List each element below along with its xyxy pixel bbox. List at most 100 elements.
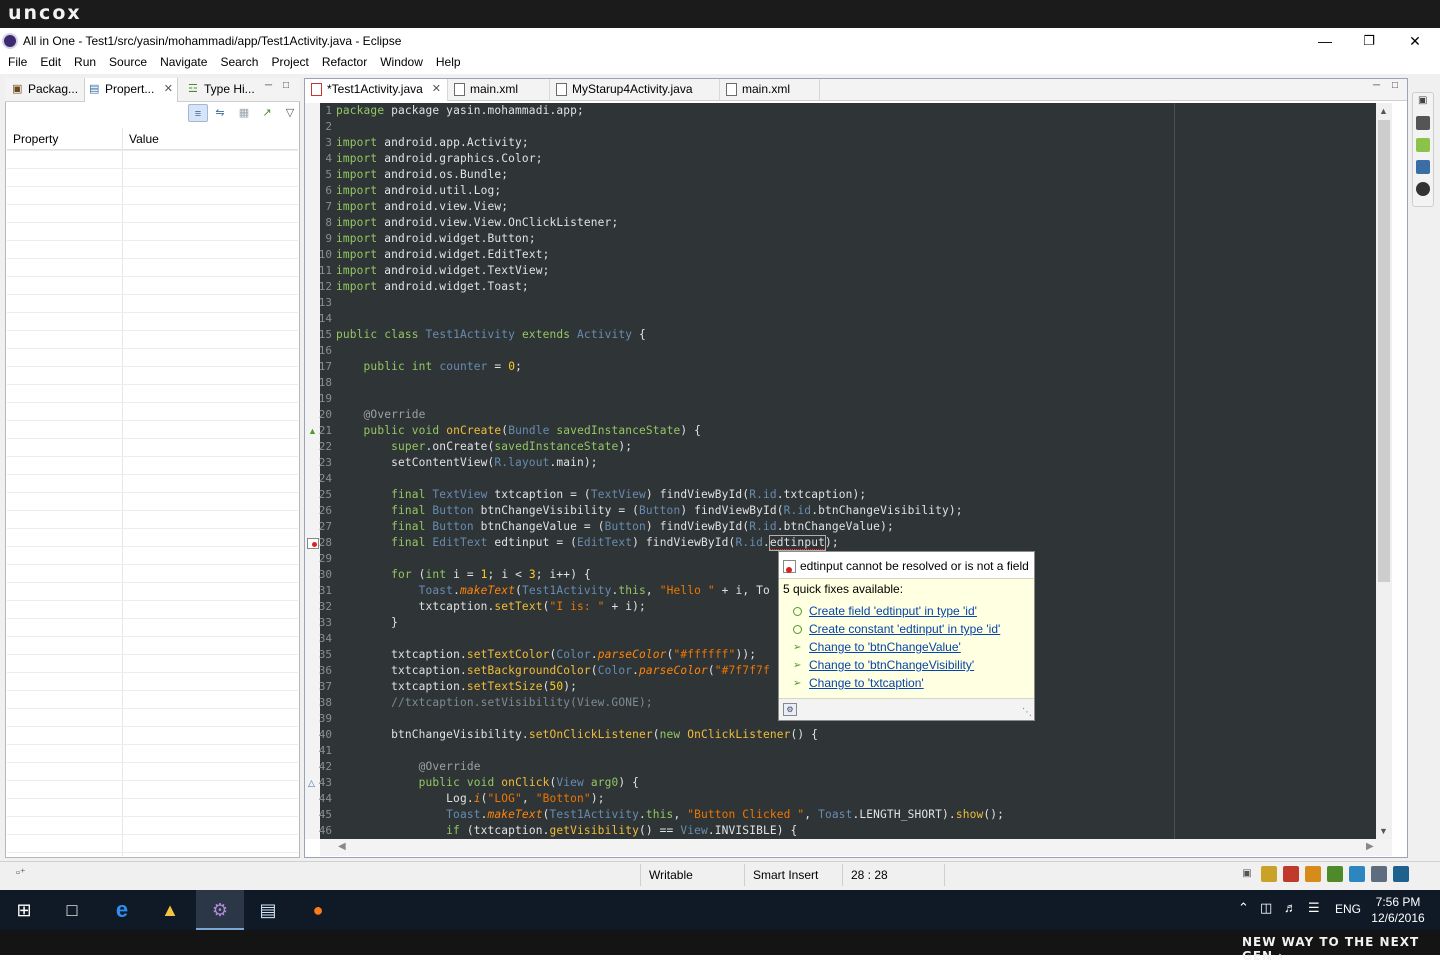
resource-perspective-icon[interactable]	[1393, 866, 1409, 882]
error-token[interactable]: edtinput	[768, 535, 826, 551]
value-column-header[interactable]: Value	[129, 132, 159, 146]
tab-test1activity-java[interactable]: *Test1Activity.java ✕	[305, 79, 448, 101]
scroll-down-icon[interactable]: ▼	[1379, 826, 1388, 836]
android-icon[interactable]	[1416, 138, 1430, 152]
table-row-line	[7, 438, 298, 439]
show-advanced-icon[interactable]: ⇋	[210, 104, 230, 122]
firefox-icon[interactable]: ●	[294, 890, 342, 930]
code-line-12: import android.widget.Toast;	[336, 280, 529, 293]
file-explorer-icon[interactable]: ▲	[146, 890, 194, 930]
menu-run[interactable]: Run	[74, 54, 96, 74]
menu-help[interactable]: Help	[436, 54, 461, 74]
close-button[interactable]: ✕	[1392, 30, 1438, 52]
scroll-up-icon[interactable]: ▲	[1379, 106, 1388, 116]
debug-perspective-icon[interactable]	[1283, 866, 1299, 882]
clock-time[interactable]: 7:56 PM	[1366, 894, 1430, 910]
tray-chevron-icon[interactable]: ⌃	[1238, 900, 1249, 916]
line-number: 4	[325, 152, 332, 165]
notifications-icon[interactable]: ☰	[1308, 900, 1320, 916]
filter-icon[interactable]: ▦	[234, 104, 254, 122]
restore-default-icon[interactable]: ↗	[257, 104, 277, 122]
properties-icon: ▤	[89, 83, 100, 95]
minimize-button[interactable]: —	[1302, 30, 1348, 52]
hierarchy-perspective-icon[interactable]	[1327, 866, 1343, 882]
resize-grip-icon[interactable]: ⋱	[1022, 707, 1032, 718]
quick-fix-change-btnchangevisibility[interactable]: Change to 'btnChangeVisibility'	[809, 658, 974, 672]
line-number: 16	[318, 344, 332, 357]
scroll-right-icon[interactable]: ▶	[1366, 841, 1374, 852]
code-line-11: import android.widget.TextView;	[336, 264, 550, 277]
line-number: 18	[318, 376, 332, 389]
tab-label: Packag...	[28, 82, 79, 96]
minimize-view-icon[interactable]: ─	[265, 80, 272, 91]
menu-file[interactable]: File	[8, 54, 27, 74]
menu-window[interactable]: Window	[380, 54, 423, 74]
tab-type-hierarchy[interactable]: ☲ Type Hi...	[184, 78, 258, 102]
menu-search[interactable]: Search	[220, 54, 258, 74]
edge-icon[interactable]: e	[98, 890, 146, 930]
ddms-icon[interactable]	[1416, 182, 1430, 196]
status-divider	[842, 864, 843, 886]
table-row-line	[7, 654, 298, 655]
code-line-21: public void onCreate(Bundle savedInstanc…	[363, 424, 702, 437]
team-perspective-icon[interactable]	[1349, 866, 1365, 882]
clock-date[interactable]: 12/6/2016	[1366, 910, 1430, 926]
start-icon[interactable]: ⊞	[0, 890, 48, 930]
scrollbar-thumb[interactable]	[1378, 120, 1390, 582]
java-file-error-icon	[311, 83, 322, 96]
horizontal-scrollbar[interactable]	[320, 839, 1392, 856]
tab-package-explorer[interactable]: ▣ Packag...	[8, 78, 84, 102]
maximize-editor-icon[interactable]: □	[1392, 80, 1398, 91]
tab-mystarup4activity-java[interactable]: MyStarup4Activity.java	[550, 79, 720, 101]
minimize-editor-icon[interactable]: ─	[1373, 80, 1380, 91]
volume-icon[interactable]: ♬	[1284, 900, 1297, 915]
tab-main-xml-2[interactable]: main.xml	[720, 79, 820, 101]
table-row-line	[7, 348, 298, 349]
quick-fix-change-btnchangevalue[interactable]: Change to 'btnChangeValue'	[809, 640, 961, 654]
view-menu-icon[interactable]: ▽	[280, 104, 300, 122]
hierarchy-view-icon[interactable]	[1416, 160, 1430, 174]
code-line-35: txtcaption.setTextColor(Color.parseColor…	[391, 648, 757, 661]
show-categories-icon[interactable]: ≡	[188, 104, 208, 122]
java-file-icon	[556, 83, 567, 96]
ddms-perspective-icon[interactable]	[1261, 866, 1277, 882]
line-number: 25	[318, 488, 332, 501]
tab-main-xml[interactable]: main.xml	[448, 79, 550, 101]
quick-fix-create-field[interactable]: Create field 'edtinput' in type 'id'	[809, 604, 977, 618]
quick-fix-change-txtcaption[interactable]: Change to 'txtcaption'	[809, 676, 924, 690]
property-column-header[interactable]: Property	[13, 132, 58, 146]
menu-navigate[interactable]: Navigate	[160, 54, 207, 74]
error-marker-icon[interactable]	[307, 538, 319, 549]
code-line-7: import android.view.View;	[336, 200, 509, 213]
java-perspective-icon[interactable]	[1305, 866, 1321, 882]
browsing-perspective-icon[interactable]	[1371, 866, 1387, 882]
close-icon[interactable]: ✕	[432, 79, 441, 99]
open-perspective-icon[interactable]: ▣	[1239, 866, 1255, 882]
eclipse-taskbar-icon[interactable]: ⚙	[196, 890, 244, 930]
menu-edit[interactable]: Edit	[40, 54, 61, 74]
task-view-icon[interactable]: □	[48, 890, 96, 930]
language-indicator[interactable]: ENG	[1335, 902, 1361, 916]
restore-icon[interactable]: ▣	[1418, 95, 1427, 106]
tagline-banner	[0, 930, 1440, 955]
window-app-icon[interactable]: ▤	[244, 890, 292, 930]
scroll-left-icon[interactable]: ◀	[338, 841, 346, 852]
code-line-17: public int counter = 0;	[363, 360, 522, 373]
line-number: 35	[318, 648, 332, 661]
quick-fix-settings-icon[interactable]: ⚙	[783, 703, 797, 716]
maximize-view-icon[interactable]: □	[283, 80, 289, 91]
menu-refactor[interactable]: Refactor	[322, 54, 367, 74]
brand-banner	[0, 0, 1440, 28]
menu-project[interactable]: Project	[271, 54, 308, 74]
fast-view-icon[interactable]: ▫⁺	[16, 866, 26, 879]
menu-source[interactable]: Source	[109, 54, 147, 74]
tab-label: main.xml	[742, 82, 791, 96]
quick-fix-create-constant[interactable]: Create constant 'edtinput' in type 'id'	[809, 622, 1000, 636]
line-number: 12	[318, 280, 332, 293]
maximize-button[interactable]: ❐	[1346, 30, 1392, 52]
device-icon[interactable]	[1416, 116, 1430, 130]
status-divider	[640, 864, 641, 886]
network-icon[interactable]: ◫	[1260, 900, 1272, 916]
close-icon[interactable]: ✕	[164, 78, 173, 100]
tab-properties[interactable]: ▤ Propert... ✕	[84, 78, 178, 102]
